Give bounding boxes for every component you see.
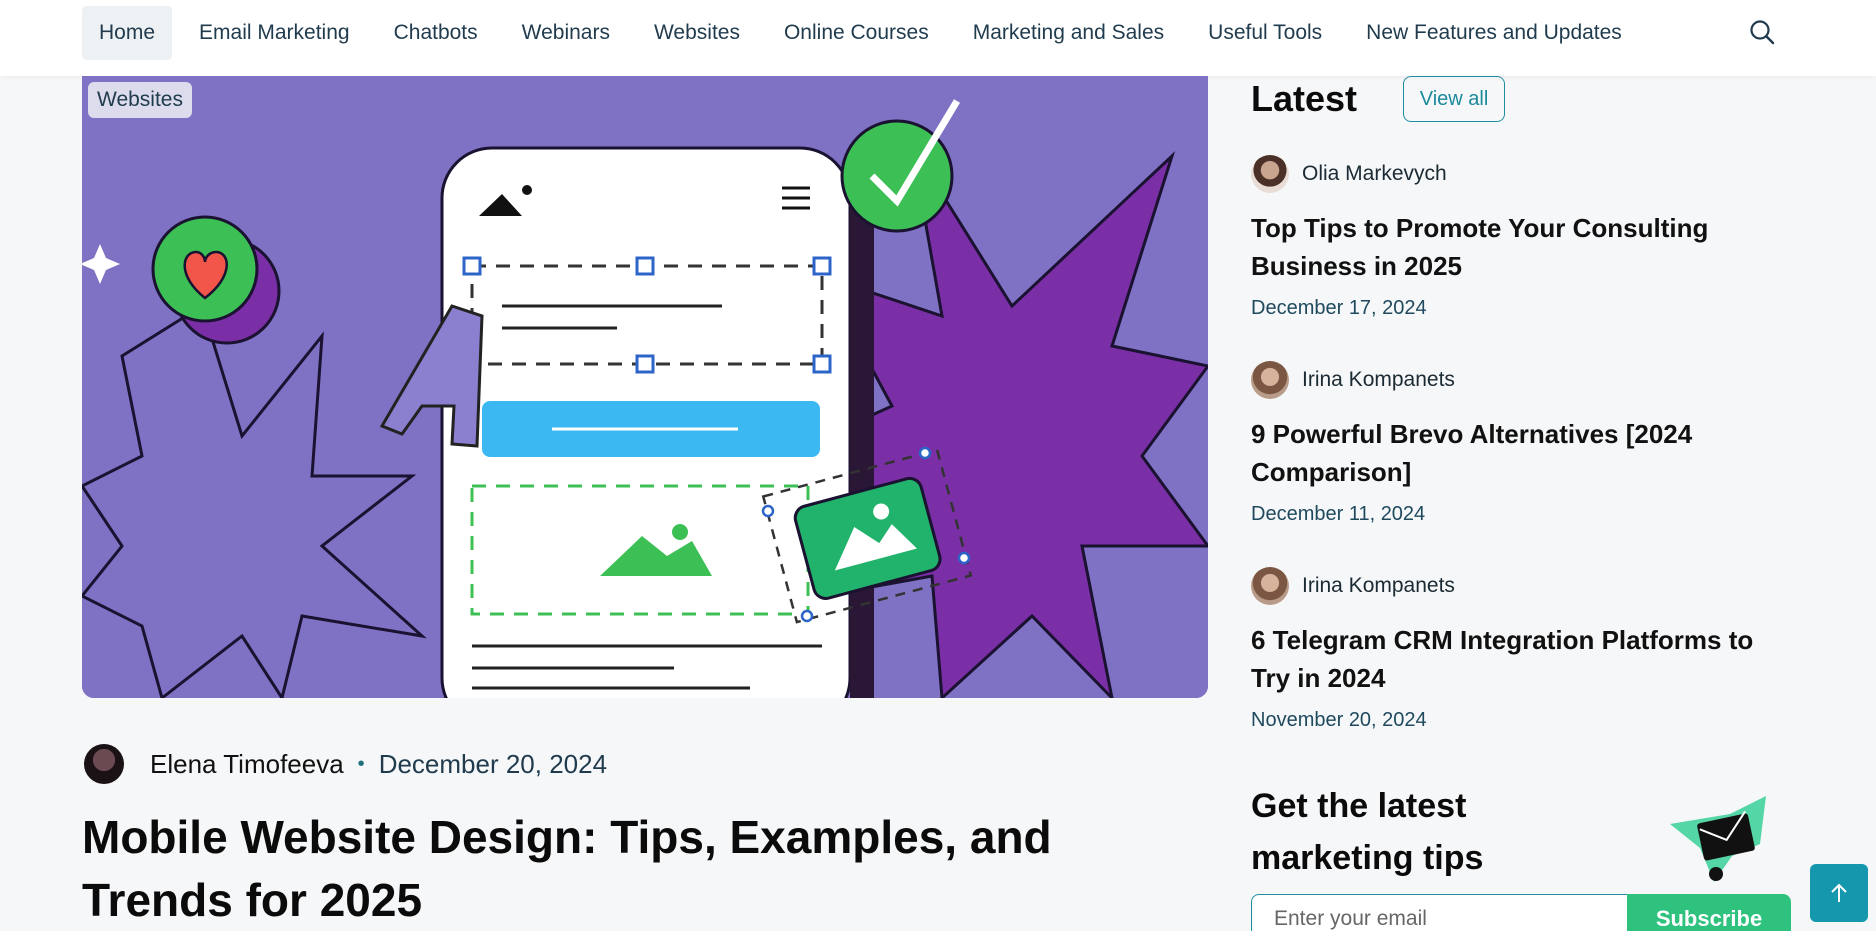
nav-menu: Home Email Marketing Chatbots Webinars W… [82,6,1649,60]
latest-post: Olia Markevych Top Tips to Promote Your … [1251,155,1791,320]
post-author[interactable]: Irina Kompanets [1302,574,1455,598]
nav-item-chatbots[interactable]: Chatbots [377,6,495,60]
featured-image[interactable] [82,76,1208,698]
post-date: November 20, 2024 [1251,709,1427,731]
article-meta: Elena Timofeeva • December 20, 2024 [84,744,607,784]
post-title[interactable]: Top Tips to Promote Your Consulting Busi… [1251,209,1791,285]
hero-illustration [82,76,1208,698]
nav-item-home[interactable]: Home [82,6,173,60]
newsletter-heading: Get the latest marketing tips [1251,787,1484,877]
category-tag[interactable]: Websites [88,82,192,118]
nav-item-new-features[interactable]: New Features and Updates [1349,6,1639,60]
post-date: December 17, 2024 [1251,297,1427,319]
nav-item-websites[interactable]: Websites [637,6,757,60]
post-title[interactable]: 6 Telegram CRM Integration Platforms to … [1251,621,1791,697]
nav-item-email-marketing[interactable]: Email Marketing [182,6,367,60]
scroll-to-top-button[interactable] [1810,864,1868,922]
latest-post: Irina Kompanets 6 Telegram CRM Integrati… [1251,567,1791,732]
arrow-up-icon [1831,883,1847,902]
post-author[interactable]: Olia Markevych [1302,162,1447,186]
article-date: December 20, 2024 [378,748,608,779]
author-avatar [1251,567,1289,605]
nav-item-webinars[interactable]: Webinars [505,6,627,60]
article-title[interactable]: Mobile Website Design: Tips, Examples, a… [82,806,1202,931]
post-date: December 11, 2024 [1251,503,1426,525]
nav-item-marketing-and-sales[interactable]: Marketing and Sales [956,6,1181,60]
latest-post: Irina Kompanets 9 Powerful Brevo Alterna… [1251,361,1791,526]
post-title[interactable]: 9 Powerful Brevo Alternatives [2024 Comp… [1251,415,1791,491]
meta-separator: • [357,752,365,775]
email-field[interactable] [1251,894,1627,931]
author-name[interactable]: Elena Timofeeva [150,749,344,780]
top-nav: Home Email Marketing Chatbots Webinars W… [0,0,1876,76]
latest-heading: Latest [1251,78,1358,119]
subscribe-button[interactable]: Subscribe [1627,894,1791,931]
author-avatar [84,744,124,784]
search-icon[interactable] [1748,18,1776,46]
author-avatar [1251,155,1289,193]
author-avatar [1251,361,1289,399]
view-all-button[interactable]: View all [1403,76,1505,122]
envelope-icon [1670,796,1770,882]
post-author[interactable]: Irina Kompanets [1302,368,1455,392]
nav-item-useful-tools[interactable]: Useful Tools [1191,6,1339,60]
nav-item-online-courses[interactable]: Online Courses [767,6,946,60]
